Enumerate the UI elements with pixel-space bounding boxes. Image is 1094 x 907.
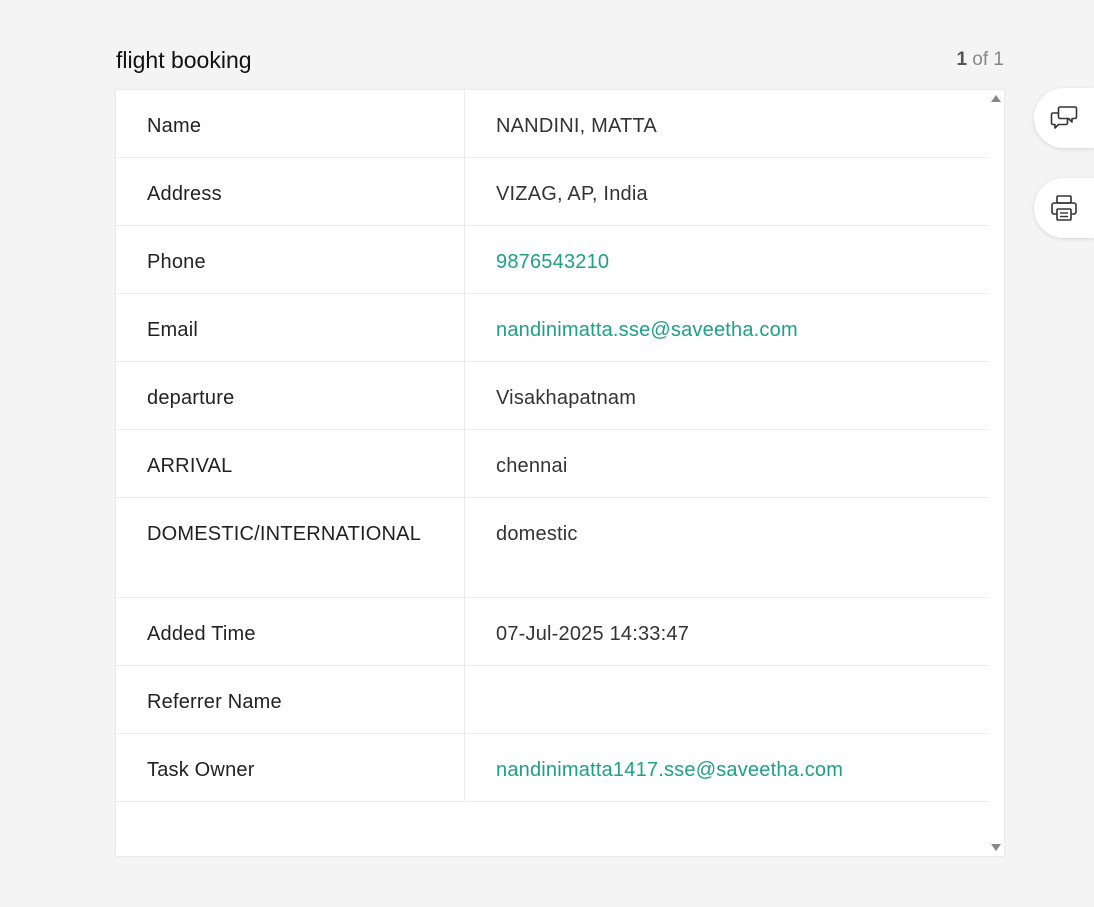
scroll-down-arrow-icon[interactable]: [991, 844, 1001, 851]
field-label: departure: [116, 362, 465, 429]
field-value: NANDINI, MATTA: [496, 115, 657, 137]
print-button[interactable]: [1034, 178, 1094, 238]
comments-icon: [1050, 106, 1078, 129]
field-row-departure: departure Visakhapatnam: [116, 362, 988, 430]
task-owner-link[interactable]: nandinimatta1417.sse@saveetha.com: [465, 734, 988, 801]
scroll-up-arrow-icon[interactable]: [991, 95, 1001, 102]
field-row-added-time: Added Time 07-Jul-2025 14:33:47: [116, 598, 988, 666]
field-value: [465, 666, 988, 733]
field-value: chennai: [496, 455, 568, 477]
field-value: VIZAG, AP, India: [496, 183, 648, 205]
pager-total: of 1: [972, 49, 1004, 70]
field-row-name: Name NANDINI, MATTA: [116, 90, 988, 158]
field-row-email: Email nandinimatta.sse@saveetha.com: [116, 294, 988, 362]
field-label: Address: [116, 158, 465, 225]
field-row-task-owner: Task Owner nandinimatta1417.sse@saveetha…: [116, 734, 988, 802]
record-fields: Name NANDINI, MATTA Address VIZAG, AP, I…: [116, 90, 988, 802]
field-row-domestic-international: DOMESTIC/INTERNATIONAL domestic: [116, 498, 988, 598]
record-view-page: flight booking 1 of 1 Name NANDINI, MATT…: [0, 0, 1094, 907]
form-title: flight booking: [116, 46, 252, 73]
field-label: Task Owner: [116, 734, 465, 801]
field-row-referrer-name: Referrer Name: [116, 666, 988, 734]
field-label: Added Time: [116, 598, 465, 665]
field-value: Visakhapatnam: [496, 387, 637, 409]
field-label: ARRIVAL: [116, 430, 465, 497]
field-label: Phone: [116, 226, 465, 293]
field-label: Name: [116, 90, 465, 157]
field-row-address: Address VIZAG, AP, India: [116, 158, 988, 226]
field-label: Email: [116, 294, 465, 361]
pager-current: 1: [956, 49, 968, 70]
comments-button[interactable]: [1034, 88, 1094, 148]
field-row-phone: Phone 9876543210: [116, 226, 988, 294]
field-value: domestic: [496, 523, 578, 545]
field-row-arrival: ARRIVAL chennai: [116, 430, 988, 498]
field-label: Referrer Name: [116, 666, 465, 733]
field-value: 07-Jul-2025 14:33:47: [496, 623, 690, 645]
phone-link[interactable]: 9876543210: [465, 226, 988, 293]
email-link[interactable]: nandinimatta.sse@saveetha.com: [465, 294, 988, 361]
printer-icon: [1051, 195, 1077, 221]
record-header: flight booking 1 of 1: [116, 44, 1004, 76]
field-label: DOMESTIC/INTERNATIONAL: [116, 498, 465, 597]
record-detail-card: Name NANDINI, MATTA Address VIZAG, AP, I…: [116, 90, 1004, 856]
vertical-scrollbar[interactable]: [988, 90, 1004, 856]
record-pager: 1 of 1: [956, 49, 1004, 71]
